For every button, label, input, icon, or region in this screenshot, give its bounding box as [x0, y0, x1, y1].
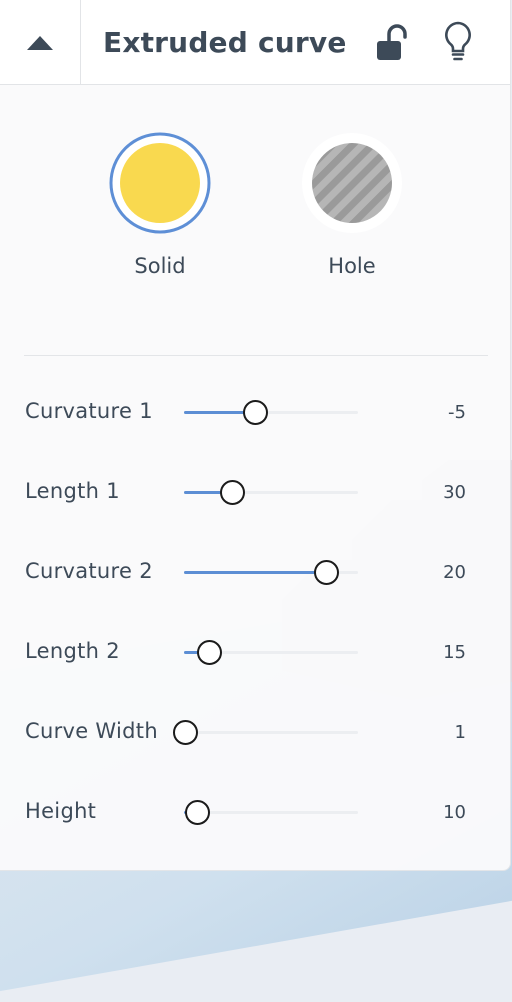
triangle-up-icon — [27, 36, 53, 50]
slider-label: Length 1 — [25, 479, 120, 503]
slider-row-curvature-2: Curvature 2 20 — [0, 553, 510, 593]
slider-row-length-2: Length 2 15 — [0, 633, 510, 673]
slider-label: Curve Width — [25, 719, 158, 743]
slider-thumb[interactable] — [173, 720, 198, 745]
hole-swatch[interactable] — [301, 132, 403, 234]
panel-header: Extruded curve — [0, 0, 510, 85]
slider-value: -5 — [448, 402, 466, 423]
slider-thumb[interactable] — [242, 400, 268, 425]
slider-fill — [184, 571, 325, 574]
slider-row-curvature-1: Curvature 1 -5 — [0, 393, 510, 433]
slider-track[interactable] — [184, 640, 358, 665]
slider-value: 20 — [443, 562, 466, 583]
solid-swatch[interactable] — [109, 132, 211, 234]
slider-value: 1 — [454, 722, 466, 743]
slider-thumb[interactable] — [313, 560, 339, 585]
slider-value: 15 — [443, 642, 466, 663]
slider-track[interactable] — [184, 480, 358, 505]
slider-track[interactable] — [184, 800, 358, 825]
shape-inspector-panel: Extruded curve Solid Hole Curvature 1 -5… — [0, 0, 511, 871]
collapse-panel-button[interactable] — [0, 0, 81, 84]
slider-track[interactable] — [184, 560, 358, 585]
unlock-icon — [377, 24, 407, 60]
slider-thumb[interactable] — [197, 640, 223, 665]
lock-toggle-button[interactable] — [374, 24, 408, 62]
slider-row-length-1: Length 1 30 — [0, 473, 510, 513]
slider-track[interactable] — [173, 720, 358, 745]
hole-mode-option[interactable]: Hole — [301, 132, 403, 278]
hole-label: Hole — [328, 254, 376, 278]
slider-row-curve-width: Curve Width 1 — [0, 713, 510, 753]
lightbulb-icon — [445, 21, 471, 61]
slider-label: Curvature 2 — [25, 559, 153, 583]
slider-value: 30 — [443, 482, 466, 503]
slider-row-height: Height 10 — [0, 793, 510, 833]
slider-thumb[interactable] — [219, 480, 245, 505]
slider-label: Curvature 1 — [25, 399, 153, 423]
slider-value: 10 — [443, 802, 466, 823]
panel-title: Extruded curve — [103, 26, 347, 59]
slider-track[interactable] — [184, 400, 358, 425]
section-divider — [24, 355, 488, 356]
slider-label: Length 2 — [25, 639, 120, 663]
slider-thumb[interactable] — [185, 800, 211, 825]
solid-mode-option[interactable]: Solid — [109, 132, 211, 278]
slider-label: Height — [25, 799, 97, 823]
visibility-toggle-button[interactable] — [440, 20, 476, 64]
solid-label: Solid — [134, 254, 186, 278]
